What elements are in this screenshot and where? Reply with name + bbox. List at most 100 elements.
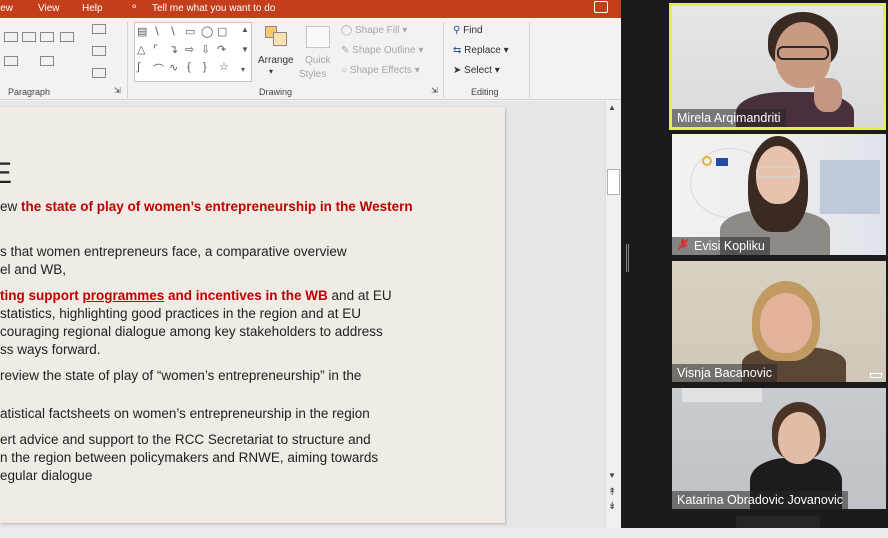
slide-text-line: ert advice and support to the RCC Secret…: [0, 432, 371, 447]
slide-text-line: statistics, highlighting good practices …: [0, 306, 361, 321]
shapes-gallery[interactable]: ▤ ∖ ∖ ▭ ◯ ▢ △ ⌜ ↴ ⇨ ⇩ ↷ ∫ ⌒ ∿ { } ☆ ▲ ▼: [134, 22, 252, 82]
video-tile[interactable]: Katarina Obradovic Jovanovic: [672, 388, 886, 509]
quick-styles-button[interactable]: Quick: [305, 55, 331, 66]
dialog-launcher-icon[interactable]: ⇲: [431, 86, 438, 95]
menu-bar: iew View Help ⚬ Tell me what you want to…: [0, 0, 621, 18]
shape-fill-label: Shape Fill: [354, 25, 400, 36]
select-label: Select: [464, 65, 492, 76]
chevron-down-icon: ▾: [269, 67, 274, 76]
panel-resize-handle[interactable]: [626, 244, 629, 272]
shape-fill-button[interactable]: ◯ Shape Fill ▾: [341, 25, 407, 36]
slide-text-line: ting support programmes and incentives i…: [0, 288, 392, 303]
freeform-shape-icon[interactable]: ∫: [137, 61, 140, 73]
scrollbar-thumb[interactable]: [607, 169, 620, 195]
arc-shape-icon[interactable]: ⌒: [153, 61, 164, 77]
person-face: [760, 293, 812, 353]
gallery-scroll-up-icon[interactable]: ▲: [241, 25, 249, 34]
glasses-icon: [777, 46, 829, 60]
comments-icon[interactable]: [594, 1, 608, 13]
participant-name: Katarina Obradovic Jovanovic: [672, 491, 849, 509]
previous-slide-icon[interactable]: ↟: [608, 487, 616, 498]
rounded-rectangle-shape-icon[interactable]: ▢: [217, 25, 227, 38]
vertical-scrollbar[interactable]: ▲ ▼ ↟ ↡: [605, 101, 621, 528]
star-shape-icon[interactable]: ☆: [219, 60, 229, 73]
scroll-up-icon[interactable]: ▲: [608, 103, 616, 112]
line-spacing-icon[interactable]: [60, 32, 74, 42]
curve-shape-icon[interactable]: ∿: [169, 61, 178, 74]
glasses-icon: [756, 166, 800, 178]
person-face: [778, 412, 820, 464]
slide-text-run: ert advice and support to the RCC Secret…: [0, 432, 371, 447]
replace-button[interactable]: ⇆ Replace ▾: [453, 45, 509, 56]
connector-shape-icon[interactable]: ⌜: [153, 43, 158, 56]
menu-item-view-partial[interactable]: iew: [0, 3, 13, 14]
brace-shape-icon[interactable]: }: [203, 61, 207, 73]
slide-text-line: egular dialogue: [0, 468, 92, 483]
brace-shape-icon[interactable]: {: [187, 61, 191, 73]
next-slide-icon[interactable]: ↡: [608, 501, 616, 512]
slide-editing-area: E ew the state of play of women’s entrep…: [0, 101, 621, 528]
video-panel-footer: [736, 516, 820, 528]
slide-text-run: statistics, highlighting good practices …: [0, 306, 361, 321]
slide-text-run: egular dialogue: [0, 468, 93, 483]
slide[interactable]: E ew the state of play of women’s entrep…: [0, 107, 505, 523]
slide-emphasis-text: ting support: [0, 288, 83, 303]
video-tile[interactable]: Evisi Kopliku: [672, 134, 886, 255]
shape-outline-button[interactable]: ✎ Shape Outline ▾: [341, 45, 423, 56]
oval-shape-icon[interactable]: ◯: [201, 25, 213, 38]
indent-increase-icon[interactable]: [40, 32, 54, 42]
wall-picture: [682, 388, 762, 402]
search-icon: ⚲: [453, 25, 461, 36]
group-separator: [443, 22, 444, 98]
gallery-more-icon[interactable]: ▾: [241, 65, 245, 74]
smartart-icon[interactable]: [92, 68, 106, 78]
group-separator: [529, 22, 530, 98]
text-direction-icon[interactable]: [92, 24, 106, 34]
find-button[interactable]: ⚲ Find: [453, 25, 483, 36]
triangle-shape-icon[interactable]: △: [137, 43, 145, 56]
arrange-button[interactable]: Arrange: [258, 55, 294, 66]
background-banner: [820, 160, 880, 214]
replace-icon: ⇆: [453, 45, 462, 56]
find-label: Find: [463, 25, 483, 36]
line-shape-icon[interactable]: ∖: [169, 25, 176, 38]
slide-text-line: s that women entrepreneurs face, a compa…: [0, 244, 347, 259]
eu-flag-icon: [716, 158, 728, 166]
slide-text-run: n the region between policymakers and RN…: [0, 450, 379, 465]
tell-me-search[interactable]: Tell me what you want to do: [152, 3, 275, 14]
participant-name: Visnja Bacanovic: [672, 364, 777, 382]
quick-styles-label: Styles: [299, 69, 327, 80]
dialog-launcher-icon[interactable]: ⇲: [114, 86, 121, 95]
menu-item-help[interactable]: Help: [82, 3, 103, 14]
slide-text-line: ss ways forward.: [0, 342, 101, 357]
slide-emphasis-text: the state of play of women’s entrepreneu…: [21, 199, 413, 214]
line-shape-icon[interactable]: ∖: [153, 25, 160, 38]
scroll-down-icon[interactable]: ▼: [608, 471, 616, 480]
slide-emphasis-text: and incentives in the WB: [164, 288, 328, 303]
video-tile[interactable]: Visnja Bacanovic: [672, 261, 886, 382]
rectangle-shape-icon[interactable]: ▭: [185, 25, 195, 38]
quick-styles-icon: [306, 26, 330, 48]
logo-mark: [702, 156, 712, 166]
tile-indicator: [870, 373, 882, 378]
video-tile[interactable]: Mirela Arqimandriti: [669, 3, 886, 130]
slide-text-run: review the state of play of “women’s ent…: [0, 368, 362, 383]
curve-shape-icon[interactable]: ↷: [217, 43, 226, 56]
shape-effects-button[interactable]: ○ Shape Effects ▾: [341, 65, 420, 76]
arrow-right-shape-icon[interactable]: ⇨: [185, 43, 194, 56]
select-button[interactable]: ➤ Select ▾: [453, 65, 500, 76]
textbox-shape-icon[interactable]: ▤: [137, 25, 147, 38]
align-text-vertical-icon[interactable]: [92, 46, 106, 56]
slide-text-run: ss ways forward.: [0, 342, 101, 357]
slide-text-line: atistical factsheets on women’s entrepre…: [0, 406, 370, 421]
indent-decrease-icon[interactable]: [22, 32, 36, 42]
group-separator: [127, 22, 128, 98]
columns-icon[interactable]: [40, 56, 54, 66]
gallery-scroll-down-icon[interactable]: ▼: [241, 45, 249, 54]
arrow-down-shape-icon[interactable]: ⇩: [201, 43, 210, 56]
connector-shape-icon[interactable]: ↴: [169, 43, 178, 56]
menu-item-view[interactable]: View: [38, 3, 60, 14]
indent-decrease-icon[interactable]: [4, 32, 18, 42]
slide-text-line: n the region between policymakers and RN…: [0, 450, 378, 465]
align-text-icon[interactable]: [4, 56, 18, 66]
